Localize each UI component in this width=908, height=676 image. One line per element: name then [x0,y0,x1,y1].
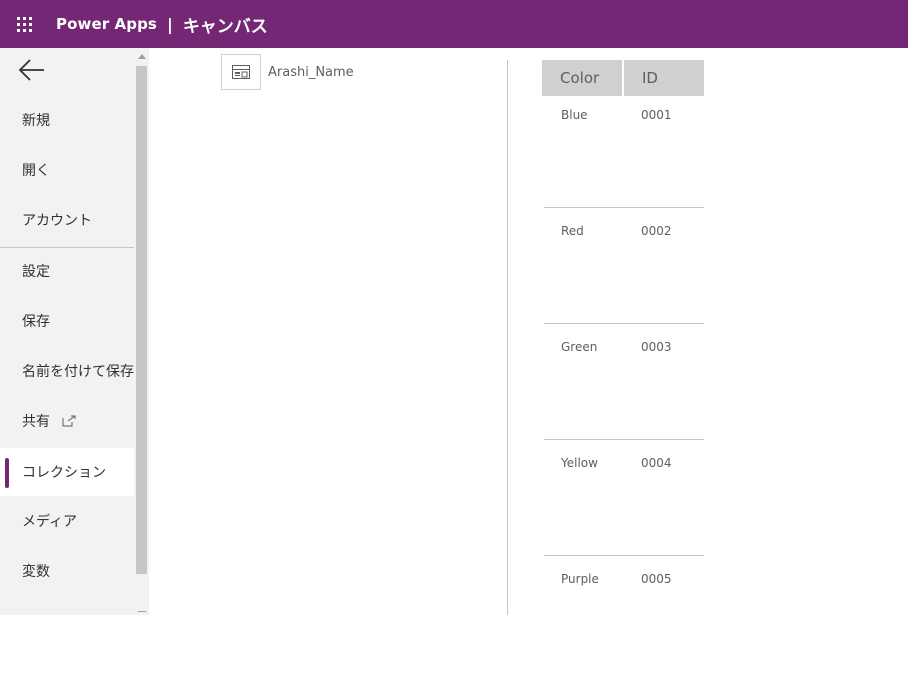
table-row: Red 0002 [544,212,704,328]
sidebar-item-share[interactable]: 共有 [0,397,134,445]
sidebar-item-label: 保存 [22,314,50,330]
row-divider [544,323,704,324]
table-row: Blue 0001 [544,96,704,212]
row-divider [544,555,704,556]
sidebar-item-label: コレクション [22,465,106,481]
file-menu-sidebar: 新規 開く アカウント 設定 保存 名前を付けて保存 共有 コレクション メディ… [0,48,134,615]
external-link-icon [62,415,76,427]
column-header-color[interactable]: Color [542,60,622,96]
panel-divider [507,60,508,615]
table-header: Color ID [542,60,706,96]
sidebar-item-open[interactable]: 開く [0,146,134,194]
sidebar-scrollbar[interactable] [134,48,149,615]
row-divider [544,439,704,440]
sidebar-item-new[interactable]: 新規 [0,96,134,144]
top-bar: Power Apps | キャンバス [0,0,908,48]
cell-color: Blue [561,108,588,122]
cell-color: Red [561,224,584,238]
cell-id: 0004 [641,456,672,470]
table-row: Yellow 0004 [544,444,704,560]
row-divider [544,207,704,208]
sidebar-item-save-as[interactable]: 名前を付けて保存 [0,347,134,395]
sidebar-item-label: メディア [22,514,78,530]
cell-id: 0001 [641,108,672,122]
cell-id: 0005 [641,572,672,586]
scroll-down-icon[interactable] [138,611,146,612]
title-separator: | [166,14,173,34]
collections-panel: Arashi_Name Color ID Blue 0001 Red 0002 … [149,48,908,615]
table-icon [221,54,261,90]
sidebar-item-variables[interactable]: 変数 [0,547,134,595]
sidebar-item-settings[interactable]: 設定 [0,247,134,295]
sidebar-item-label: 開く [22,163,50,179]
sidebar-item-label: 変数 [22,564,50,580]
sidebar-item-label: 名前を付けて保存 [22,364,134,380]
sidebar-item-account[interactable]: アカウント [0,196,134,244]
cell-color: Yellow [561,456,598,470]
cell-id: 0002 [641,224,672,238]
cell-color: Green [561,340,598,354]
table-row: Green 0003 [544,328,704,444]
scroll-thumb[interactable] [136,66,147,574]
brand-title[interactable]: Power Apps [56,15,157,33]
scroll-up-icon[interactable] [138,54,146,59]
cell-id: 0003 [641,340,672,354]
sidebar-item-label: 共有 [22,414,50,430]
sidebar-item-label: 設定 [22,264,50,280]
back-arrow-icon[interactable] [18,58,46,82]
sidebar-item-save[interactable]: 保存 [0,297,134,345]
app-title: キャンバス [182,16,268,37]
collection-data-table: Color ID Blue 0001 Red 0002 Green 0003 Y… [542,60,706,586]
app-launcher-icon[interactable] [0,0,48,48]
collection-name: Arashi_Name [268,64,354,80]
collection-item[interactable]: Arashi_Name [221,54,354,90]
table-row: Purple 0005 [544,560,704,676]
sidebar-item-collections[interactable]: コレクション [0,448,134,496]
column-header-id[interactable]: ID [624,60,704,96]
sidebar-item-media[interactable]: メディア [0,497,134,545]
cell-color: Purple [561,572,599,586]
sidebar-item-label: 新規 [22,113,50,129]
sidebar-item-label: アカウント [22,213,92,229]
